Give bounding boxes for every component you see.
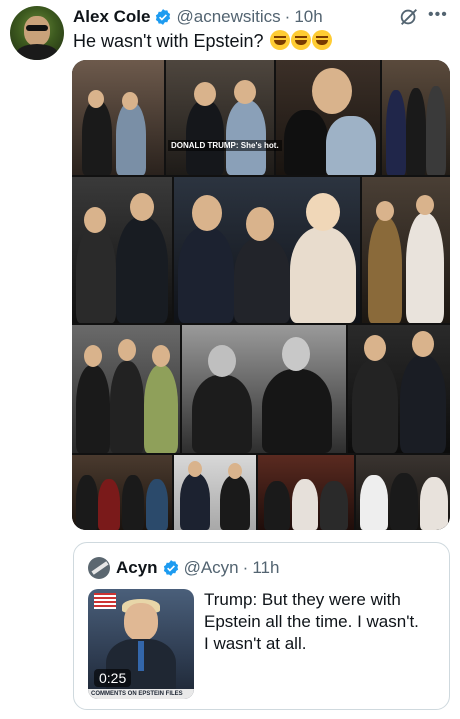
- tweet-text: He wasn't with Epstein?: [73, 30, 332, 52]
- flag-graphic: [94, 593, 116, 609]
- collage-photo: [182, 325, 346, 453]
- collage-photo: [356, 455, 450, 530]
- grok-icon[interactable]: [398, 6, 420, 28]
- quoted-tweet-time[interactable]: 11h: [252, 558, 279, 578]
- header-separator: ·: [284, 7, 291, 26]
- collage-photo: [72, 455, 172, 530]
- video-figure-head: [124, 603, 158, 641]
- tweet[interactable]: Alex Cole @acnewsitics · 10h ••• He wasn…: [0, 0, 460, 719]
- avatar-sunglasses: [26, 25, 48, 31]
- video-figure-tie: [138, 641, 144, 671]
- quoted-video-thumbnail[interactable]: 0:25 COMMENTS ON EPSTEIN FILES: [88, 589, 194, 699]
- verified-badge-icon: [163, 560, 178, 576]
- photo-collage[interactable]: DONALD TRUMP: She's hot.: [72, 60, 450, 530]
- rofl-emoji-icon: [269, 30, 290, 50]
- tweet-text-body: He wasn't with Epstein?: [73, 31, 264, 51]
- avatar-head: [24, 16, 50, 46]
- rofl-emoji-icon: [311, 30, 332, 50]
- quoted-header-separator: ·: [242, 558, 249, 577]
- collage-photo: [174, 455, 256, 530]
- quoted-tweet[interactable]: Acyn @Acyn · 11h 0:25 COMMENTS ON EPSTEI…: [73, 542, 450, 710]
- photo-overlay-caption: DONALD TRUMP: She's hot.: [168, 140, 282, 151]
- collage-photo: [382, 60, 450, 175]
- collage-photo: [362, 177, 450, 323]
- quoted-author-handle[interactable]: @Acyn: [184, 558, 239, 578]
- quoted-tweet-text: Trump: But they were with Epstein all th…: [204, 590, 419, 653]
- avatar-shirt: [16, 44, 58, 60]
- video-lower-third: COMMENTS ON EPSTEIN FILES: [88, 689, 194, 699]
- collage-photo: [72, 325, 180, 453]
- author-handle[interactable]: @acnewsitics: [176, 7, 280, 27]
- collage-photo: [276, 60, 380, 175]
- tweet-time[interactable]: 10h: [294, 7, 322, 27]
- quoted-author-avatar[interactable]: [88, 557, 110, 579]
- rofl-emoji-icon: [290, 30, 311, 50]
- collage-photo: [72, 60, 164, 175]
- video-duration: 0:25: [94, 669, 132, 687]
- quoted-tweet-header: Acyn @Acyn · 11h: [116, 557, 279, 579]
- more-options-icon[interactable]: •••: [428, 6, 448, 24]
- collage-photo: [72, 177, 172, 323]
- collage-photo: [348, 325, 450, 453]
- collage-photo: [166, 60, 274, 175]
- tweet-header: Alex Cole @acnewsitics · 10h: [73, 6, 323, 28]
- author-name[interactable]: Alex Cole: [73, 7, 150, 27]
- author-avatar[interactable]: [10, 6, 64, 60]
- collage-photo: [258, 455, 354, 530]
- collage-photo: [174, 177, 360, 323]
- verified-badge-icon: [156, 9, 171, 25]
- quoted-author-name[interactable]: Acyn: [116, 558, 158, 578]
